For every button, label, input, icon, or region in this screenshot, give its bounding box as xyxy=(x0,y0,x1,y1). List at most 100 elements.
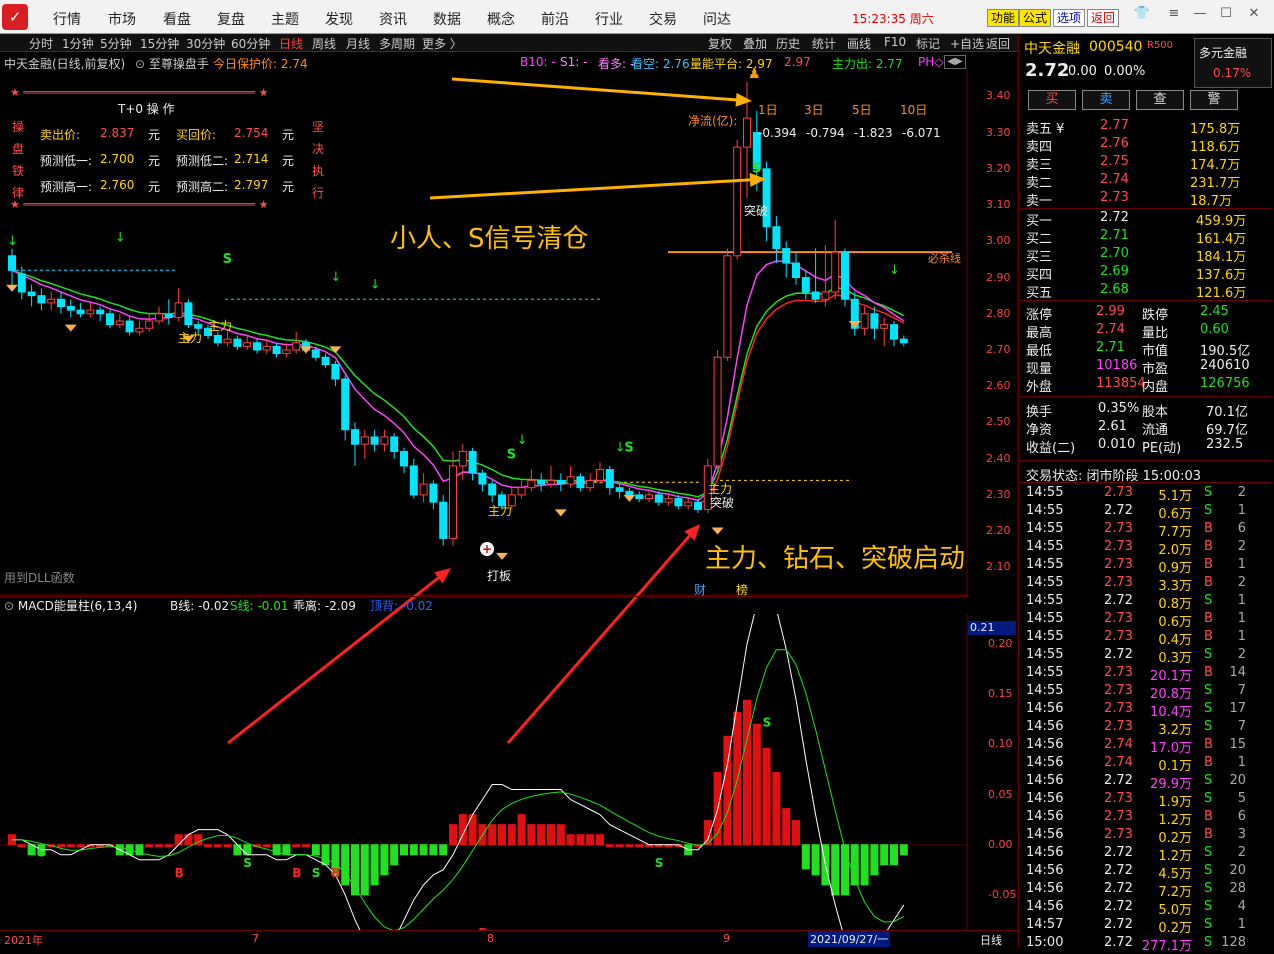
tick-side: S xyxy=(1204,773,1213,788)
chart-tool[interactable]: F10 xyxy=(884,35,906,49)
ma-slow-line xyxy=(11,269,905,498)
candle-body xyxy=(596,469,604,481)
menu-icon[interactable]: ≡ xyxy=(1164,6,1184,26)
low2-label: 预测低二: xyxy=(176,154,229,168)
tick-price: 2.73 xyxy=(1104,701,1133,716)
close-icon[interactable]: ✕ xyxy=(1244,6,1264,26)
top-button[interactable]: 功能 xyxy=(987,9,1020,27)
tick-side: S xyxy=(1204,935,1213,950)
sector-box[interactable]: 多元金融 0.17% xyxy=(1194,38,1272,88)
stat-value: 0.60 xyxy=(1200,322,1229,337)
period-tab[interactable]: 日线 xyxy=(279,35,303,52)
period-tab[interactable]: 多周期 xyxy=(379,35,415,52)
down-arrow-icon: ↓ xyxy=(330,270,341,285)
macd-tick: 0.00 xyxy=(988,837,1013,851)
sector-pct: 0.17% xyxy=(1213,66,1252,80)
candle-body xyxy=(899,338,908,344)
top-button[interactable]: 公式 xyxy=(1019,9,1052,27)
period-tab[interactable]: 30分钟 xyxy=(186,35,225,52)
bid-price: 2.68 xyxy=(1100,282,1129,297)
macd-tick: 0.15 xyxy=(988,687,1013,701)
tick-count: 2 xyxy=(1237,647,1246,662)
chart-tool[interactable]: 画线 xyxy=(847,35,871,52)
period-tab[interactable]: 60分钟 xyxy=(231,35,270,52)
top-button[interactable]: 返回 xyxy=(1087,9,1120,27)
menu-item[interactable]: 交易 xyxy=(649,9,677,29)
price-tick: 2.40 xyxy=(986,451,1011,465)
chart-tool[interactable]: +自选 xyxy=(950,35,984,52)
platform-value-2: 2.97 xyxy=(784,55,811,69)
menu-item[interactable]: 问达 xyxy=(703,9,731,29)
candle-body xyxy=(841,251,849,300)
tick-volume: 5.0万 xyxy=(1158,903,1192,918)
menu-item[interactable]: 前沿 xyxy=(541,9,569,29)
menu-item[interactable]: 资讯 xyxy=(379,9,407,29)
candle-body xyxy=(253,342,261,351)
tick-count: 1 xyxy=(1237,917,1246,932)
chart-tool[interactable]: 历史 xyxy=(776,35,800,52)
tick-volume: 277.1万 xyxy=(1141,939,1192,954)
menu-item[interactable]: 市场 xyxy=(108,9,136,29)
tick-count: 2 xyxy=(1237,845,1246,860)
chart-tool[interactable]: 叠加 xyxy=(743,35,767,52)
macd-header xyxy=(0,596,968,614)
menu-item[interactable]: 主题 xyxy=(271,9,299,29)
action-button[interactable]: 卖 xyxy=(1082,90,1130,110)
tick-time: 14:55 xyxy=(1026,665,1064,680)
period-tab[interactable]: 更多 〉 xyxy=(422,35,462,52)
menu-item[interactable]: 行情 xyxy=(53,9,81,29)
period-tab[interactable]: 周线 xyxy=(312,35,336,52)
action-button[interactable]: 买 xyxy=(1028,90,1076,110)
zhuli-label-3: 主力 xyxy=(488,504,513,518)
minimize-icon[interactable]: — xyxy=(1190,6,1210,26)
zhuli-label-2: 主力 xyxy=(208,319,233,333)
chart-tool[interactable]: 复权 xyxy=(708,35,732,52)
b10-value: B10: - xyxy=(520,55,556,69)
tick-side: B xyxy=(1204,665,1213,680)
scroll-arrows[interactable]: ◀▶ xyxy=(944,55,966,69)
bid-label: 买一 xyxy=(1026,214,1053,229)
price-tick: 3.00 xyxy=(986,234,1011,248)
macd-tick: 0.20 xyxy=(988,637,1013,651)
s-signal-icon: S xyxy=(624,440,633,455)
tick-price: 2.73 xyxy=(1104,809,1133,824)
menu-item[interactable]: 复盘 xyxy=(217,9,245,29)
chart-tool[interactable]: 统计 xyxy=(812,35,836,52)
tick-count: 2 xyxy=(1237,485,1246,500)
ask-volume: 175.8万 xyxy=(1190,122,1241,137)
top-button[interactable]: 选项 xyxy=(1053,9,1086,27)
macd-bar xyxy=(723,735,732,846)
stat-value: 240610 xyxy=(1200,358,1250,373)
candle-body xyxy=(694,501,702,510)
macd-chart[interactable]: SBSBSBSBSS xyxy=(0,614,968,930)
period-tab[interactable]: 15分钟 xyxy=(140,35,179,52)
period-tab[interactable]: 月线 xyxy=(346,35,370,52)
chart-tool[interactable]: 标记 xyxy=(916,35,940,52)
action-button[interactable]: 警 xyxy=(1190,90,1238,110)
t0-panel: ★ ═══════════════════════════════════ ★ … xyxy=(10,86,324,211)
candle-body xyxy=(282,349,291,355)
candle-body xyxy=(831,251,840,293)
period-tab[interactable]: 5分钟 xyxy=(100,35,132,52)
macd-bar xyxy=(576,834,585,846)
action-button[interactable]: 查 xyxy=(1136,90,1184,110)
menu-item[interactable]: 概念 xyxy=(487,9,515,29)
candle-body xyxy=(517,487,526,496)
macd-signal: S xyxy=(655,856,664,870)
tick-price: 2.73 xyxy=(1104,575,1133,590)
menu-item[interactable]: 行业 xyxy=(595,9,623,29)
menu-item[interactable]: 看盘 xyxy=(163,9,191,29)
chart-tool[interactable]: 返回 xyxy=(986,35,1010,52)
formula-name[interactable]: ⊙ 至尊操盘手 xyxy=(135,55,209,72)
tick-side: S xyxy=(1204,647,1213,662)
menu-item[interactable]: 发现 xyxy=(325,9,353,29)
candle-body xyxy=(213,334,222,344)
period-tab[interactable]: 分时 xyxy=(29,35,53,52)
menu-item[interactable]: 数据 xyxy=(433,9,461,29)
macd-bar xyxy=(752,723,761,846)
tick-time: 14:56 xyxy=(1026,881,1064,896)
period-tab[interactable]: 1分钟 xyxy=(62,35,94,52)
stat-label: 净资 xyxy=(1026,423,1053,438)
shirt-icon[interactable]: 👕 xyxy=(1132,6,1152,26)
maximize-icon[interactable]: ☐ xyxy=(1216,6,1236,26)
